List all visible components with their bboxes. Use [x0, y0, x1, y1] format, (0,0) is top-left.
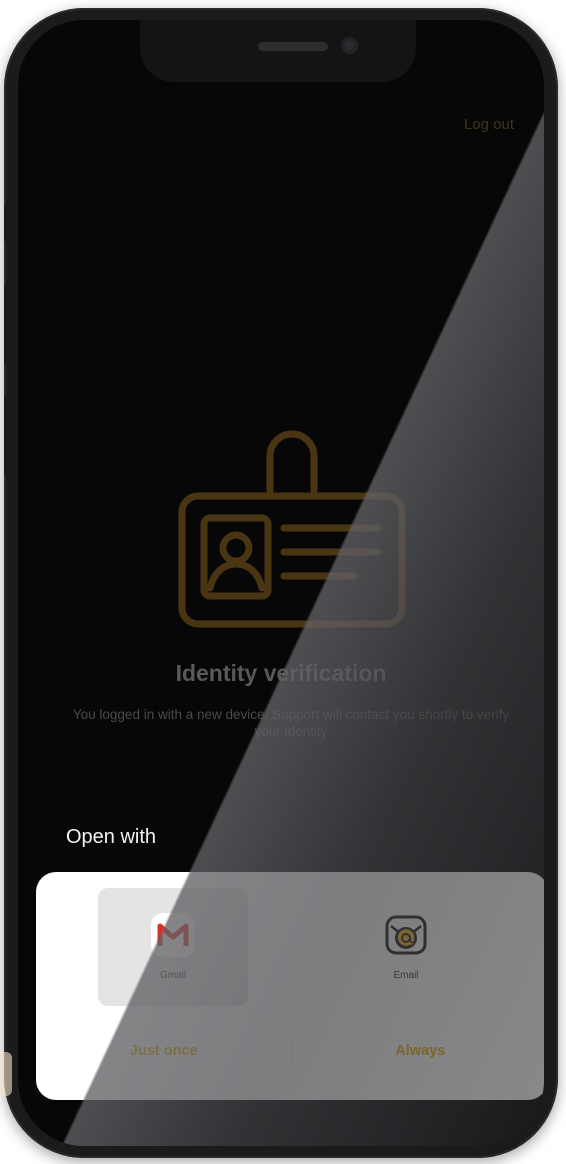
notch: [140, 20, 416, 82]
just-once-button[interactable]: Just once: [36, 1043, 292, 1059]
gmail-icon: [151, 913, 195, 957]
app-frame: Log out Identity verification You logged…: [0, 0, 566, 1164]
front-camera: [341, 37, 358, 54]
open-with-heading: Open with: [66, 826, 157, 848]
app-chooser-sheet: Gmail Email Just once Always: [36, 872, 544, 1100]
action-button: [4, 204, 11, 242]
page-title: Identity verification: [175, 660, 387, 686]
phone-screen: Log out Identity verification You logged…: [18, 20, 544, 1146]
phone-frame: Log out Identity verification You logged…: [4, 8, 558, 1158]
app-label-email: Email: [393, 970, 419, 981]
verification-message: You logged in with a new device. Support…: [72, 707, 510, 739]
id-card-icon: [178, 430, 406, 628]
volume-down-button: [4, 394, 11, 476]
app-option-email[interactable]: Email: [331, 888, 481, 1006]
email-icon: [385, 915, 427, 955]
decorative-accent: [0, 1052, 12, 1096]
chooser-actions: Just once Always: [36, 1036, 544, 1066]
speaker-grille: [258, 42, 328, 51]
volume-up-button: [4, 284, 11, 366]
app-label-gmail: Gmail: [159, 970, 187, 981]
logout-button[interactable]: Log out: [456, 112, 522, 137]
always-button[interactable]: Always: [293, 1043, 545, 1059]
app-option-gmail[interactable]: Gmail: [98, 888, 248, 1006]
